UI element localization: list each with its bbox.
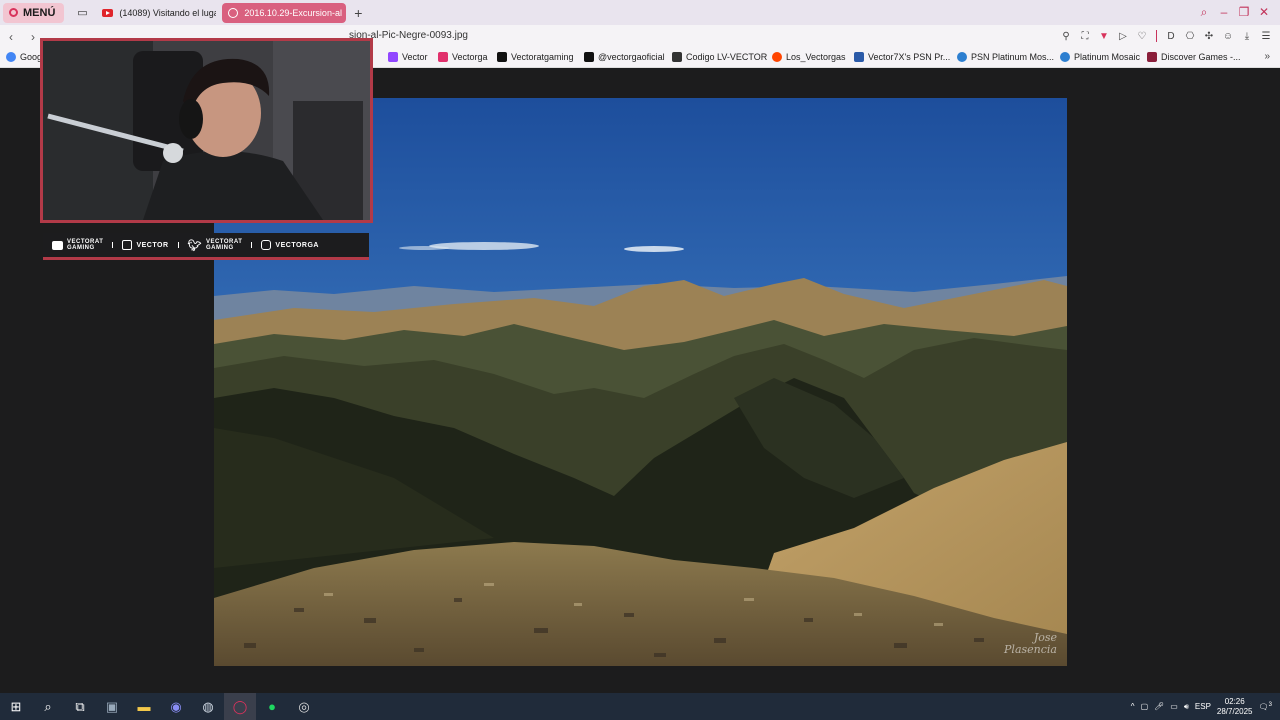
opera-logo-icon xyxy=(9,8,18,17)
task-view-icon[interactable]: ⧉ xyxy=(64,693,96,720)
close-icon[interactable]: ✕ xyxy=(1256,3,1272,21)
file-explorer-icon[interactable]: ▬ xyxy=(128,693,160,720)
windows-taskbar: ⊞ ⌕ ⧉ ▣ ▬ ◉ ◍ ◯ ● ◎ ^ ▢ 🎤︎ ▭ 🔊︎ ESP 02:2… xyxy=(0,693,1280,720)
tab-label: 2016.10.29-Excursion-al xyxy=(244,7,342,18)
folder-icon xyxy=(672,52,682,62)
heart-icon[interactable]: ♡ xyxy=(1134,28,1150,44)
extension-d-icon[interactable]: D xyxy=(1163,28,1179,44)
puzzle-icon[interactable]: ✣ xyxy=(1201,28,1217,44)
spotify-icon[interactable]: ● xyxy=(256,693,288,720)
bookmark-tiktok[interactable]: @vectorgaoficial xyxy=(584,52,665,62)
social-instagram: VECTORGA xyxy=(252,240,328,250)
extension-icon[interactable]: ⎔ xyxy=(1182,28,1198,44)
social-youtube: VECTORAT GAMING xyxy=(43,239,112,251)
download-icon[interactable]: ⤓ xyxy=(1239,28,1255,44)
globe-icon xyxy=(228,7,239,18)
game-icon xyxy=(1147,52,1157,62)
twitch-icon xyxy=(388,52,398,62)
social-twitter: 🐦︎ VECTORAT GAMING xyxy=(187,239,243,252)
psn-icon xyxy=(854,52,864,62)
x-icon xyxy=(497,52,507,62)
back-arrow-icon[interactable]: ‹ xyxy=(0,27,22,47)
tray-chevron-icon[interactable]: ^ xyxy=(1131,702,1135,711)
bookmark-psn-profile[interactable]: Vector7X's PSN Pr... xyxy=(854,52,950,62)
bookmarks-more-icon[interactable]: » xyxy=(1264,51,1270,62)
playstation-icon xyxy=(957,52,967,62)
bookmark-codigo[interactable]: Codigo LV-VECTOR xyxy=(672,52,767,62)
opera-gx-icon[interactable]: ◯ xyxy=(224,693,256,720)
platinum-icon xyxy=(1060,52,1070,62)
streamer-webcam xyxy=(40,38,373,223)
input-language[interactable]: ESP xyxy=(1195,702,1211,711)
discord-icon[interactable]: ◉ xyxy=(160,693,192,720)
screen: MENÚ ▭ (14089) Visitando el lugar 2016.1… xyxy=(0,0,1280,720)
browser-menu-label: MENÚ xyxy=(23,6,56,19)
youtube-icon xyxy=(52,240,63,250)
profile-icon[interactable]: ☺ xyxy=(1220,28,1236,44)
tab-island-icon[interactable]: ▭ xyxy=(70,3,94,23)
restore-icon[interactable]: ❐ xyxy=(1236,3,1252,21)
bookmark-platinum-mosaic[interactable]: Platinum Mosaic xyxy=(1060,52,1140,62)
minimize-icon[interactable]: – xyxy=(1216,3,1232,21)
tiktok-icon xyxy=(584,52,594,62)
microphone-icon[interactable]: 🎤︎ xyxy=(1154,702,1164,711)
system-clock[interactable]: 02:26 28/7/2025 xyxy=(1217,697,1253,717)
youtube-icon xyxy=(102,8,114,17)
twitter-icon: 🐦︎ xyxy=(187,239,202,252)
obs-icon[interactable]: ◎ xyxy=(288,693,320,720)
new-tab-button[interactable]: + xyxy=(350,5,366,21)
app-icon[interactable]: ▣ xyxy=(96,693,128,720)
bookmark-psn-mosaic[interactable]: PSN Platinum Mos... xyxy=(957,52,1054,62)
windows-start-icon[interactable]: ⊞ xyxy=(0,693,32,720)
instagram-icon xyxy=(438,52,448,62)
bookmark-reddit[interactable]: Los_Vectorgas xyxy=(772,52,846,62)
tab-youtube[interactable]: (14089) Visitando el lugar xyxy=(96,3,216,23)
instagram-icon xyxy=(261,240,272,250)
tab-label: (14089) Visitando el lugar xyxy=(119,7,217,18)
tab-photo[interactable]: 2016.10.29-Excursion-al xyxy=(222,2,347,23)
bookmark-discover-games[interactable]: Discover Games -... xyxy=(1147,52,1241,62)
easy-setup-icon[interactable]: ☰ xyxy=(1258,28,1274,44)
pocket-icon[interactable]: ▼ xyxy=(1096,28,1112,44)
bookmark-twitch[interactable]: Vector xyxy=(388,52,428,62)
stream-social-bar: VECTORAT GAMING VECTOR 🐦︎ VECTORAT GAMING … xyxy=(43,233,369,260)
pin-icon[interactable]: ⚲ xyxy=(1058,28,1074,44)
reddit-icon xyxy=(772,52,782,62)
play-icon[interactable]: ▷ xyxy=(1115,28,1131,44)
google-icon xyxy=(6,52,16,62)
search-tabs-icon[interactable]: ⌕ xyxy=(1196,3,1212,21)
photo-watermark: Jose Plasencia xyxy=(1004,631,1057,656)
twitch-icon xyxy=(122,240,133,250)
tray-device-icon[interactable]: ▢ xyxy=(1141,702,1149,711)
bookmark-instagram[interactable]: Vectorga xyxy=(438,52,488,62)
bookmark-google[interactable]: Goog xyxy=(6,52,42,62)
search-icon[interactable]: ⌕ xyxy=(32,693,64,720)
social-twitch: VECTOR xyxy=(113,240,177,250)
network-icon[interactable]: ▭ xyxy=(1170,702,1178,711)
volume-icon[interactable]: 🔊︎ xyxy=(1184,702,1189,712)
steam-icon[interactable]: ◍ xyxy=(192,693,224,720)
snapshot-icon[interactable]: ⛶ xyxy=(1077,28,1093,44)
browser-menu-button[interactable]: MENÚ xyxy=(3,2,65,23)
bookmark-x[interactable]: Vectoratgaming xyxy=(497,52,574,62)
browser-tab-strip: MENÚ ▭ (14089) Visitando el lugar 2016.1… xyxy=(0,0,1280,25)
notifications-icon[interactable]: 🗨︎3 xyxy=(1259,702,1273,712)
